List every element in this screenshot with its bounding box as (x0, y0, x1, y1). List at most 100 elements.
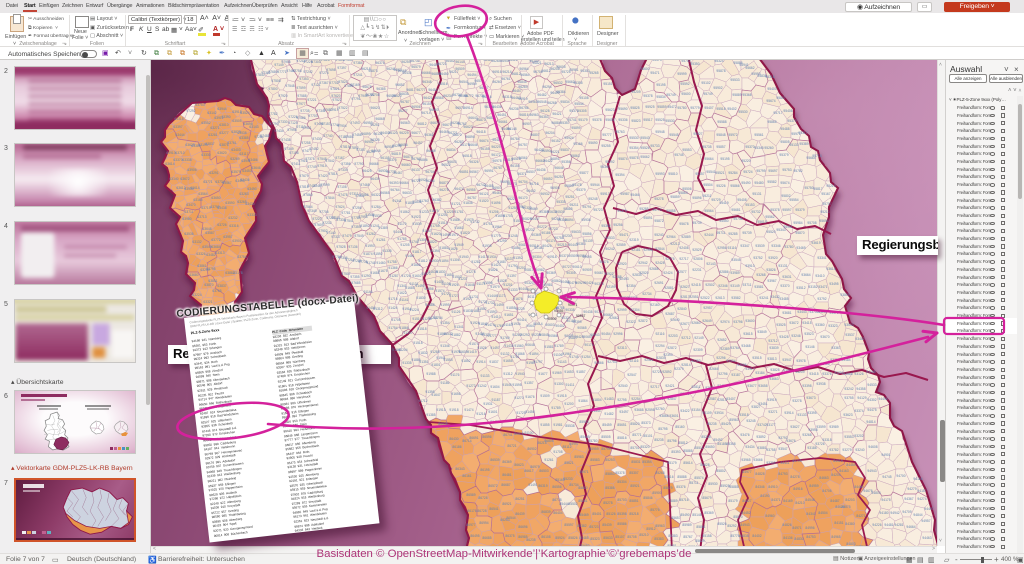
svg-text:95619: 95619 (757, 220, 766, 224)
svg-text:95178: 95178 (572, 183, 581, 187)
svg-text:90845: 90845 (539, 333, 548, 337)
svg-text:95167: 95167 (821, 192, 830, 196)
svg-text:63590: 63590 (225, 201, 234, 205)
svg-text:95133: 95133 (789, 143, 798, 147)
svg-text:93410: 93410 (815, 274, 824, 278)
svg-text:85651: 85651 (617, 423, 626, 427)
svg-text:96896: 96896 (465, 135, 474, 139)
svg-text:93752: 93752 (753, 256, 762, 260)
svg-text:91397: 91397 (507, 274, 516, 278)
svg-text:91267: 91267 (403, 331, 412, 335)
svg-text:86161: 86161 (462, 474, 471, 478)
svg-text:96756: 96756 (519, 106, 528, 110)
svg-text:84487: 84487 (830, 499, 839, 503)
svg-text:91934: 91934 (487, 255, 496, 259)
svg-text:91676: 91676 (513, 297, 522, 301)
svg-text:93360: 93360 (815, 323, 824, 327)
svg-text:96764: 96764 (390, 188, 399, 192)
svg-text:97790: 97790 (354, 162, 363, 166)
svg-text:90471: 90471 (568, 303, 578, 307)
svg-text:63939: 63939 (184, 187, 193, 191)
svg-text:96452: 96452 (445, 60, 454, 63)
svg-text:93677: 93677 (747, 384, 756, 388)
svg-text:84460: 84460 (854, 485, 863, 489)
svg-text:92999: 92999 (617, 308, 626, 312)
svg-text:95303: 95303 (580, 69, 589, 73)
svg-text:85650: 85650 (705, 445, 714, 449)
svg-text:97226: 97226 (288, 115, 297, 119)
svg-text:96294: 96294 (425, 179, 434, 183)
svg-text:93184: 93184 (841, 358, 850, 362)
svg-text:97700: 97700 (332, 255, 341, 259)
svg-text:96152: 96152 (551, 139, 560, 143)
svg-text:95678: 95678 (679, 222, 688, 226)
svg-text:91653: 91653 (564, 370, 573, 374)
svg-text:96646: 96646 (468, 143, 477, 147)
svg-text:86696: 86696 (518, 525, 527, 529)
svg-text:97586: 97586 (296, 116, 305, 120)
svg-text:97782: 97782 (268, 112, 277, 116)
svg-text:95544: 95544 (574, 102, 583, 106)
svg-text:63430: 63430 (245, 202, 254, 206)
svg-text:96563: 96563 (400, 121, 409, 125)
svg-text:85776: 85776 (730, 534, 739, 538)
svg-text:90468: 90468 (560, 280, 569, 284)
svg-text:97702: 97702 (329, 81, 338, 85)
svg-text:97339: 97339 (338, 168, 347, 172)
svg-text:95379: 95379 (795, 208, 804, 212)
svg-text:96772: 96772 (464, 94, 473, 98)
svg-text:95723: 95723 (593, 208, 602, 212)
svg-text:90610: 90610 (572, 265, 581, 269)
svg-text:85574: 85574 (694, 476, 703, 480)
svg-text:85505: 85505 (601, 435, 610, 439)
svg-text:97452: 97452 (309, 147, 318, 151)
svg-text:97458: 97458 (352, 133, 361, 137)
svg-text:95896: 95896 (692, 196, 701, 200)
svg-text:95858: 95858 (666, 209, 675, 213)
svg-text:95866: 95866 (730, 184, 739, 188)
svg-text:91261: 91261 (544, 458, 553, 462)
svg-text:85218: 85218 (629, 512, 638, 516)
svg-text:95378: 95378 (770, 208, 779, 212)
svg-text:96362: 96362 (424, 133, 433, 137)
svg-text:96474: 96474 (454, 187, 463, 191)
svg-text:95343: 95343 (776, 228, 785, 232)
svg-text:95354: 95354 (629, 146, 638, 150)
svg-text:92408: 92408 (679, 246, 688, 250)
svg-text:92559: 92559 (616, 243, 625, 247)
svg-text:91497: 91497 (490, 346, 499, 350)
svg-text:63765: 63765 (212, 289, 221, 293)
svg-text:84278: 84278 (790, 475, 799, 479)
svg-text:91688: 91688 (370, 271, 379, 275)
svg-text:85776: 85776 (650, 508, 659, 512)
svg-text:85160: 85160 (675, 425, 684, 429)
svg-text:91474: 91474 (485, 323, 494, 327)
svg-text:93631: 93631 (782, 275, 791, 279)
svg-text:95690: 95690 (588, 141, 597, 145)
svg-text:93518: 93518 (739, 413, 748, 417)
svg-text:97157: 97157 (321, 122, 330, 126)
svg-text:91602: 91602 (412, 274, 421, 278)
svg-text:97599: 97599 (296, 86, 305, 90)
svg-text:97264: 97264 (254, 135, 263, 139)
svg-text:93676: 93676 (786, 439, 795, 443)
svg-text:93469: 93469 (796, 246, 805, 250)
svg-text:63536: 63536 (184, 232, 193, 236)
svg-text:95471: 95471 (650, 71, 659, 75)
svg-text:84971: 84971 (792, 526, 801, 530)
svg-text:97438: 97438 (281, 138, 290, 142)
svg-text:95517: 95517 (643, 118, 652, 122)
svg-text:63614: 63614 (165, 162, 174, 166)
svg-text:92955: 92955 (643, 248, 652, 252)
svg-text:91993: 91993 (365, 244, 374, 248)
svg-text:96402: 96402 (526, 189, 535, 193)
svg-text:92717: 92717 (679, 257, 688, 261)
svg-text:63281: 63281 (208, 133, 217, 137)
svg-text:95543: 95543 (640, 136, 649, 140)
svg-text:92149: 92149 (694, 336, 703, 340)
svg-text:91646: 91646 (465, 283, 474, 287)
svg-text:86921: 86921 (502, 502, 511, 506)
svg-text:95993: 95993 (655, 172, 664, 176)
svg-text:63980: 63980 (182, 217, 191, 221)
svg-text:93422: 93422 (680, 409, 689, 413)
